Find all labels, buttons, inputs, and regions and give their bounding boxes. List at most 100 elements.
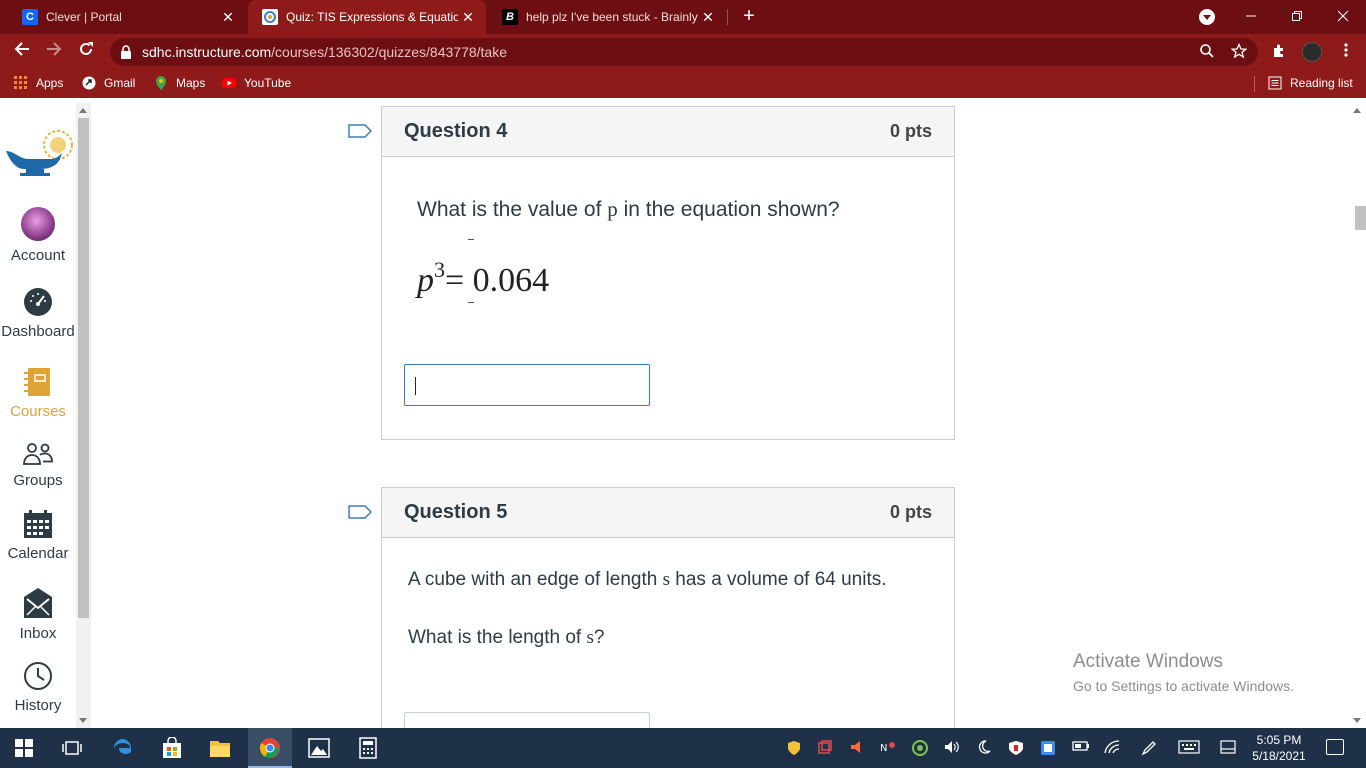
taskbar-clock[interactable]: 5:05 PM 5/18/2021 (1248, 732, 1310, 764)
nav-history[interactable]: History (0, 661, 76, 714)
scrollbar-thumb[interactable] (1355, 206, 1366, 230)
forward-button[interactable] (42, 40, 66, 64)
reading-list-button[interactable]: Reading list (1268, 76, 1353, 90)
tab-brainly[interactable]: B help plz I've been stuck - Brainly ✕ (488, 0, 726, 34)
school-lamp-logo[interactable] (4, 123, 74, 179)
lock-icon (121, 45, 131, 59)
nav-account[interactable]: Account (0, 207, 76, 264)
tray-onenote-icon[interactable]: N (880, 740, 896, 756)
bookmark-label: Gmail (104, 76, 136, 90)
tray-shield-icon[interactable] (786, 740, 802, 756)
apps-grid-icon (14, 76, 27, 89)
tray-pen-icon[interactable] (1141, 740, 1157, 756)
scroll-up-arrow-icon[interactable] (79, 108, 87, 113)
store-icon[interactable] (160, 736, 184, 760)
notification-center-icon[interactable] (1326, 739, 1344, 755)
back-button[interactable] (10, 40, 34, 64)
nav-label: Account (10, 247, 66, 264)
svg-text:N: N (880, 743, 887, 754)
tray-keyboard-icon[interactable] (1178, 740, 1200, 756)
minimize-button[interactable] (1228, 0, 1274, 32)
tray-ime-icon[interactable] (1220, 740, 1236, 756)
nav-inbox[interactable]: Inbox (0, 587, 76, 642)
question-prompt-line-1: A cube with an edge of length s has a vo… (408, 569, 887, 590)
watermark-subtitle: Go to Settings to activate Windows. (1073, 678, 1294, 694)
watermark-title: Activate Windows (1073, 651, 1223, 672)
question-prompt-line-2: What is the length of s? (408, 627, 605, 648)
nav-label: Dashboard (1, 323, 75, 340)
tray-window-icon[interactable] (817, 740, 833, 756)
flag-question-icon[interactable] (348, 124, 372, 138)
close-icon[interactable]: ✕ (698, 9, 718, 26)
bookmark-youtube[interactable]: YouTube (222, 76, 291, 90)
tab-clever[interactable]: C Clever | Portal ✕ (8, 0, 246, 34)
reading-list-label: Reading list (1290, 76, 1353, 90)
page-scrollbar[interactable] (1349, 103, 1366, 728)
avatar-icon (21, 207, 55, 241)
scroll-down-arrow-icon[interactable] (1353, 718, 1361, 723)
nav-scrollbar[interactable] (76, 103, 91, 728)
nav-dashboard[interactable]: Dashboard (0, 287, 76, 340)
history-icon (24, 662, 52, 690)
photos-icon[interactable] (307, 736, 331, 760)
tab-strip: C Clever | Portal ✕ Quiz: TIS Expression… (0, 0, 1366, 34)
scroll-down-arrow-icon[interactable] (79, 718, 87, 723)
groups-icon (23, 443, 53, 465)
nav-groups[interactable]: Groups (0, 442, 76, 489)
bookmark-apps[interactable]: Apps (14, 76, 63, 90)
chrome-icon[interactable] (258, 736, 282, 760)
tab-title: Quiz: TIS Expressions & Equations (286, 10, 458, 24)
menu-kebab-icon[interactable] (1336, 42, 1356, 62)
tray-wifi-icon[interactable] (1104, 740, 1120, 756)
tray-audio-app-icon[interactable] (848, 740, 864, 756)
question-points: 0 pts (889, 502, 932, 522)
close-icon[interactable]: ✕ (458, 9, 478, 26)
answer-input[interactable] (404, 364, 650, 406)
task-view-icon[interactable] (60, 736, 84, 760)
close-window-button[interactable] (1320, 0, 1366, 32)
gmail-icon (82, 76, 96, 90)
youtube-icon (222, 78, 236, 88)
edge-icon[interactable] (111, 736, 135, 760)
address-bar[interactable]: sdhc.instructure.com/courses/136302/quiz… (110, 38, 1258, 66)
tray-circle-app-icon[interactable] (912, 740, 928, 756)
extensions-puzzle-icon[interactable] (1270, 43, 1288, 61)
tray-security-icon[interactable] (1008, 740, 1024, 756)
question-points: 0 pts (889, 121, 932, 141)
tray-speaker-icon[interactable] (944, 740, 960, 756)
tab-title: Clever | Portal (46, 10, 122, 24)
reload-button[interactable] (74, 40, 98, 64)
tab-title: help plz I've been stuck - Brainly (526, 10, 698, 24)
answer-input[interactable] (404, 712, 650, 728)
tab-quiz[interactable]: Quiz: TIS Expressions & Equations ✕ (248, 0, 486, 34)
nav-calendar[interactable]: Calendar (0, 509, 76, 562)
new-tab-button[interactable]: + (738, 5, 760, 27)
tray-moon-icon[interactable] (976, 740, 992, 756)
tray-blue-app-icon[interactable] (1040, 740, 1056, 756)
browser-toolbar: sdhc.instructure.com/courses/136302/quiz… (0, 34, 1366, 70)
zoom-icon[interactable] (1198, 43, 1216, 61)
question-header: Question 4 0 pts (348, 107, 954, 157)
quiz-page: Account Dashboard Courses Groups Calenda… (0, 103, 1366, 728)
tab-search-icon[interactable] (1199, 9, 1215, 25)
windows-taskbar: N 5:05 PM 5/18/2021 (0, 728, 1366, 768)
question-header: Question 5 0 pts (348, 488, 954, 538)
bookmark-gmail[interactable]: Gmail (82, 76, 135, 90)
nav-courses[interactable]: Courses (0, 367, 76, 420)
calculator-icon[interactable] (356, 736, 380, 760)
windows-start-icon[interactable] (12, 736, 36, 760)
restore-button[interactable] (1274, 0, 1320, 32)
bookmark-label: YouTube (244, 76, 292, 90)
bookmarks-bar: Apps Gmail Maps YouTube Reading list (0, 70, 1366, 98)
scrollbar-thumb[interactable] (78, 118, 89, 618)
reading-list-icon (1268, 76, 1282, 90)
bookmark-star-icon[interactable] (1230, 42, 1248, 61)
bookmark-maps[interactable]: Maps (154, 76, 205, 90)
close-icon[interactable]: ✕ (218, 9, 238, 26)
scroll-up-arrow-icon[interactable] (1353, 108, 1361, 113)
nav-label: Groups (13, 472, 63, 489)
file-explorer-icon[interactable] (208, 736, 232, 760)
tray-battery-icon[interactable] (1072, 740, 1089, 756)
flag-question-icon[interactable] (348, 505, 372, 519)
profile-avatar[interactable] (1302, 42, 1322, 62)
